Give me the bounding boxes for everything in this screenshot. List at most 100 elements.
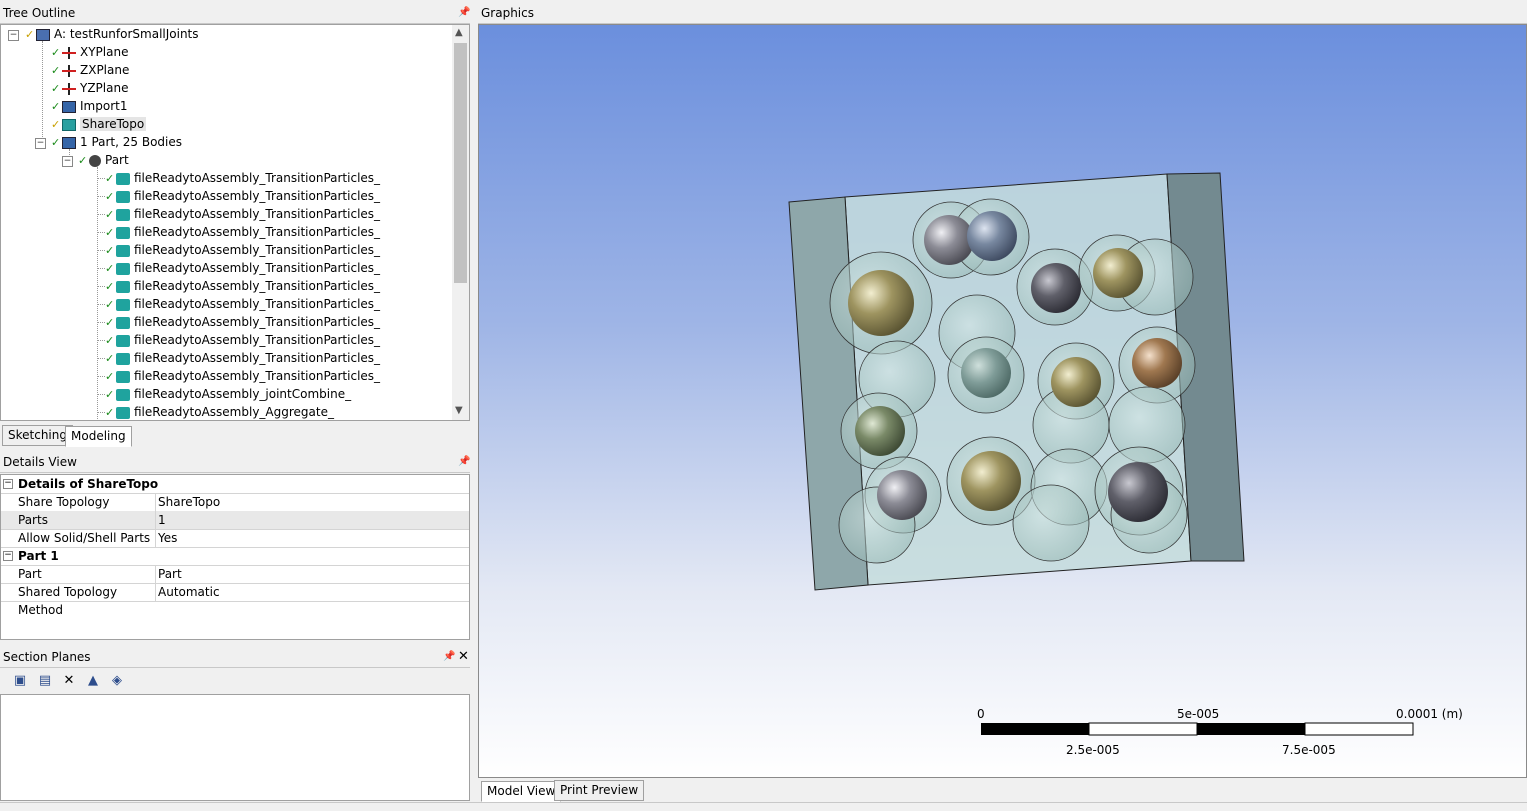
particle-core bbox=[961, 451, 1021, 511]
tree-node-body[interactable]: ✓ fileReadytoAssembly_TransitionParticles… bbox=[105, 223, 380, 241]
graphics-title: Graphics bbox=[478, 3, 1527, 24]
tree-node-label: A: testRunforSmallJoints bbox=[54, 27, 199, 41]
tree-node-body[interactable]: ✓ fileReadytoAssembly_TransitionParticles… bbox=[105, 313, 380, 331]
scale-segment bbox=[1088, 722, 1198, 736]
tree-node-body[interactable]: ✓ fileReadytoAssembly_TransitionParticles… bbox=[105, 187, 380, 205]
tree-node-body[interactable]: ✓ fileReadytoAssembly_TransitionParticles… bbox=[105, 277, 380, 295]
solid-body-icon bbox=[116, 334, 130, 347]
graphics-viewport[interactable]: 0 5e-005 0.0001 (m) 2.5e-005 7.5e-005 bbox=[478, 24, 1527, 778]
property-name: Allow Solid/Shell Parts bbox=[17, 529, 156, 547]
tree-node-body[interactable]: ✓ fileReadytoAssembly_Aggregate_ bbox=[105, 403, 334, 420]
solid-body-icon bbox=[116, 208, 130, 221]
scroll-thumb[interactable] bbox=[454, 43, 467, 283]
model-view-svg[interactable] bbox=[479, 25, 1527, 778]
group-label: Details of ShareTopo bbox=[18, 477, 159, 491]
show-whole-icon[interactable]: ▲ bbox=[85, 673, 101, 689]
section-planes-list[interactable] bbox=[0, 694, 470, 801]
tree-line bbox=[97, 167, 98, 419]
tree-node-xyplane[interactable]: ✓ XYPlane bbox=[51, 43, 128, 61]
tree-line bbox=[97, 196, 105, 197]
delete-icon[interactable]: ✕ bbox=[61, 673, 77, 689]
pin-icon[interactable]: 📌 bbox=[443, 647, 455, 667]
tree-line bbox=[97, 214, 105, 215]
check-icon: ✓ bbox=[105, 315, 115, 329]
tree-node-label: fileReadytoAssembly_jointCombine_ bbox=[134, 387, 352, 401]
scroll-up-icon[interactable]: ▲ bbox=[455, 27, 463, 38]
close-icon[interactable]: ✕ bbox=[458, 647, 469, 667]
details-row[interactable]: Parts 1 bbox=[1, 511, 469, 530]
tree-node-body[interactable]: ✓ fileReadytoAssembly_jointCombine_ bbox=[105, 385, 351, 403]
tree-node-body[interactable]: ✓ fileReadytoAssembly_TransitionParticles… bbox=[105, 349, 380, 367]
tree-node-body[interactable]: ✓ fileReadytoAssembly_TransitionParticles… bbox=[105, 169, 380, 187]
tree-outline: − ✓ A: testRunforSmallJoints ✓ XYPlane ✓ ZX… bbox=[0, 24, 470, 421]
collapse-parts-toggle[interactable]: − bbox=[35, 138, 46, 149]
details-group-part1[interactable]: − Part 1 bbox=[1, 547, 469, 566]
collapse-root-toggle[interactable]: − bbox=[8, 30, 19, 41]
details-row[interactable]: Share Topology ShareTopo bbox=[1, 493, 469, 512]
pin-icon[interactable]: 📌 bbox=[458, 3, 470, 23]
scroll-down-icon[interactable]: ▼ bbox=[455, 405, 463, 416]
tree-scrollbar[interactable]: ▲ ▼ bbox=[452, 25, 469, 420]
cap-icon[interactable]: ◈ bbox=[109, 673, 125, 689]
edit-section-icon[interactable]: ▤ bbox=[37, 673, 53, 689]
check-icon: ✓ bbox=[105, 351, 115, 365]
tree-node-body[interactable]: ✓ fileReadytoAssembly_TransitionParticles… bbox=[105, 367, 380, 385]
tree-node-body[interactable]: ✓ fileReadytoAssembly_TransitionParticles… bbox=[105, 241, 380, 259]
tree-node-body[interactable]: ✓ fileReadytoAssembly_TransitionParticles… bbox=[105, 259, 380, 277]
tree-node-parts[interactable]: ✓ 1 Part, 25 Bodies bbox=[51, 133, 182, 151]
particle-core bbox=[855, 406, 905, 456]
check-icon: ✓ bbox=[105, 369, 115, 383]
solid-body-icon bbox=[116, 370, 130, 383]
solid-body-icon bbox=[116, 388, 130, 401]
collapse-part-toggle[interactable]: − bbox=[62, 156, 73, 167]
property-value[interactable]: Automatic bbox=[158, 583, 220, 601]
check-icon: ✓ bbox=[105, 261, 115, 275]
tab-model-view[interactable]: Model View bbox=[481, 781, 562, 802]
section-planes-title: Section Planes 📌 ✕ bbox=[0, 647, 470, 668]
particle-core bbox=[1108, 462, 1168, 522]
tree-node-body[interactable]: ✓ fileReadytoAssembly_TransitionParticles… bbox=[105, 295, 380, 313]
property-name: Part bbox=[17, 565, 156, 583]
solid-body-icon bbox=[116, 172, 130, 185]
tree-node-import[interactable]: ✓ Import1 bbox=[51, 97, 127, 115]
section-planes-toolbar: ▣ ▤ ✕ ▲ ◈ bbox=[0, 669, 470, 693]
tree-node-zxplane[interactable]: ✓ ZXPlane bbox=[51, 61, 129, 79]
tree-node-body[interactable]: ✓ fileReadytoAssembly_TransitionParticles… bbox=[105, 331, 380, 349]
check-icon: ✓ bbox=[105, 189, 115, 203]
property-value[interactable]: 1 bbox=[158, 511, 166, 529]
collapse-group-toggle[interactable]: − bbox=[3, 551, 13, 561]
property-value[interactable]: Yes bbox=[158, 529, 177, 547]
tree-line bbox=[97, 250, 105, 251]
collapse-group-toggle[interactable]: − bbox=[3, 479, 13, 489]
solid-body-icon bbox=[116, 406, 130, 419]
check-icon: ✓ bbox=[78, 153, 88, 167]
new-section-icon[interactable]: ▣ bbox=[12, 673, 28, 689]
property-name: Parts bbox=[17, 511, 156, 529]
check-icon: ✓ bbox=[51, 99, 61, 113]
solid-body-icon bbox=[116, 298, 130, 311]
tree-node-label: fileReadytoAssembly_TransitionParticles_ bbox=[134, 315, 381, 329]
tab-print-preview[interactable]: Print Preview bbox=[554, 780, 645, 801]
pin-icon[interactable]: 📌 bbox=[458, 452, 470, 472]
tree-line bbox=[97, 340, 105, 341]
tree-node-label: fileReadytoAssembly_TransitionParticles_ bbox=[134, 243, 381, 257]
property-name: Shared Topology Method bbox=[17, 583, 156, 617]
tree-node-yzplane[interactable]: ✓ YZPlane bbox=[51, 79, 128, 97]
details-group-sharetopo[interactable]: − Details of ShareTopo bbox=[1, 475, 469, 494]
details-row[interactable]: Shared Topology Method Automatic bbox=[1, 583, 469, 617]
tree-node-sharetopo[interactable]: ✓ ShareTopo bbox=[51, 115, 147, 133]
tree-node-label: fileReadytoAssembly_TransitionParticles_ bbox=[134, 297, 381, 311]
property-value[interactable]: ShareTopo bbox=[158, 493, 220, 511]
tree-node-root[interactable]: ✓ A: testRunforSmallJoints bbox=[25, 25, 199, 43]
tree-node-label: fileReadytoAssembly_TransitionParticles_ bbox=[134, 279, 381, 293]
tree-outline-title: Tree Outline 📌 bbox=[0, 3, 470, 24]
details-row[interactable]: Part Part bbox=[1, 565, 469, 584]
particle-core bbox=[1093, 248, 1143, 298]
tree-node-body[interactable]: ✓ fileReadytoAssembly_TransitionParticles… bbox=[105, 205, 380, 223]
tab-modeling[interactable]: Modeling bbox=[65, 426, 132, 447]
tree-node-part[interactable]: ✓ Part bbox=[78, 151, 129, 169]
details-row[interactable]: Allow Solid/Shell Parts Yes bbox=[1, 529, 469, 548]
tab-sketching[interactable]: Sketching bbox=[2, 425, 73, 446]
property-value[interactable]: Part bbox=[158, 565, 182, 583]
tree-node-label: fileReadytoAssembly_TransitionParticles_ bbox=[134, 261, 381, 275]
